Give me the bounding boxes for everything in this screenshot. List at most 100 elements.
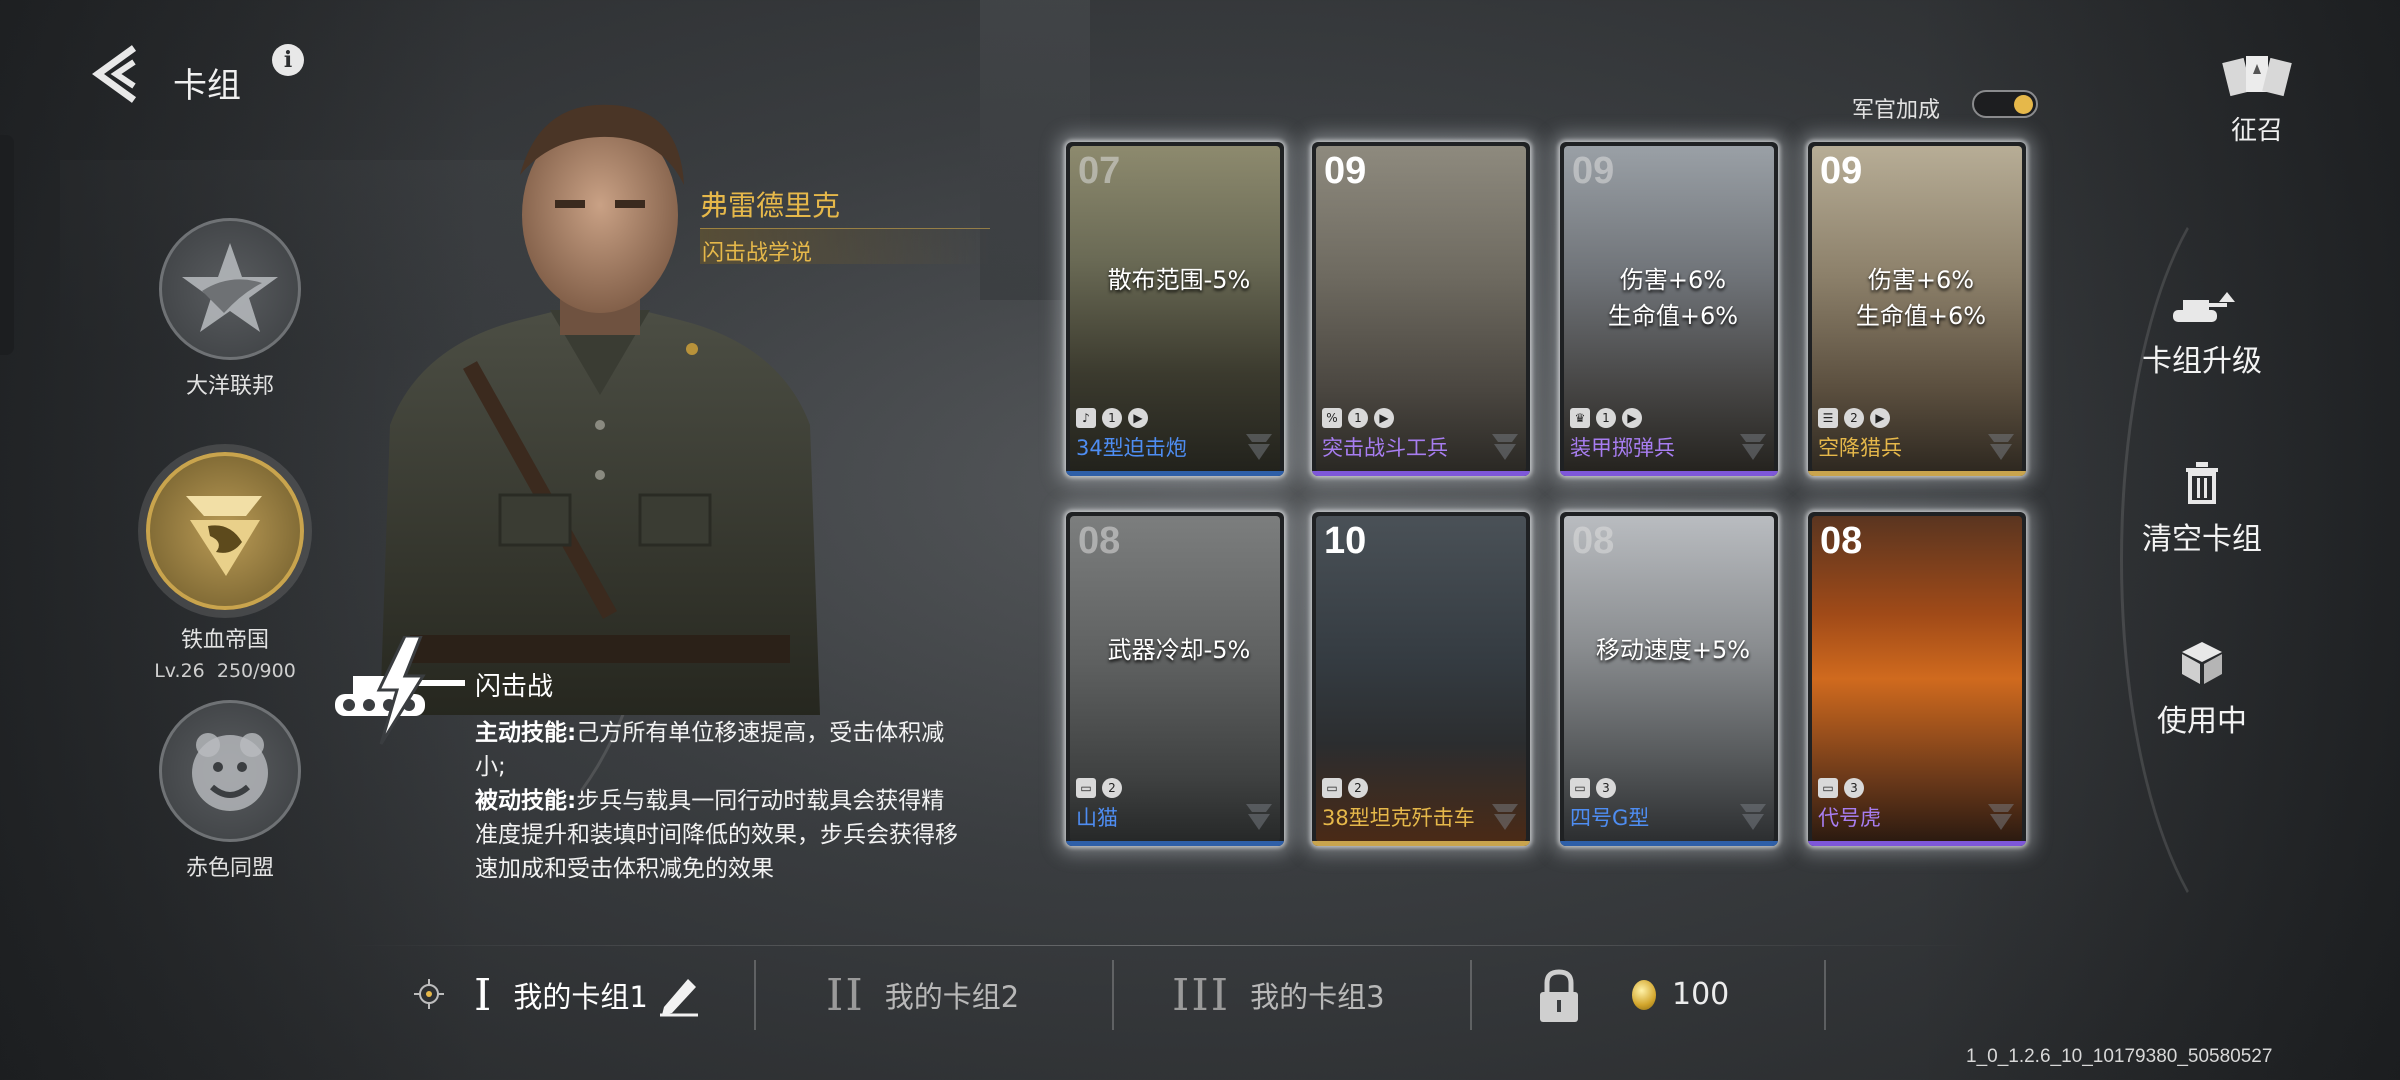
card-tags: ♪ 1 ▶: [1076, 408, 1148, 428]
card-bonus-line: 武器冷却-5%: [1107, 636, 1251, 664]
faction-level: Lv.26 250/900: [120, 660, 330, 682]
unit-type-icon: ♛: [1570, 408, 1590, 428]
in-use-button[interactable]: 使用中: [2112, 640, 2292, 740]
unit-type-icon: ☰: [1818, 408, 1838, 428]
bear-icon: [159, 700, 301, 842]
unit-type-icon: ▭: [1322, 778, 1342, 798]
chevron-left-icon: [92, 45, 137, 103]
unit-card[interactable]: 09 % 1 ▶ 突击战斗工兵: [1312, 142, 1530, 476]
faction-name: 铁血帝国: [180, 628, 269, 653]
unit-card[interactable]: 07 散布范围-5% ♪ 1 ▶ 34型迫击炮: [1066, 142, 1284, 476]
skill-name: 闪击战: [475, 672, 554, 702]
unit-type-icon: ▭: [1570, 778, 1590, 798]
card-name: 空降猎兵: [1818, 436, 1902, 460]
deck-tab-3[interactable]: III 我的卡组3: [1172, 963, 1385, 1027]
card-tags: % 1 ▶: [1322, 408, 1394, 428]
faction-mark-icon: [1984, 798, 2018, 832]
blitz-tank-icon: [335, 634, 475, 746]
flag-icon: ▶: [1374, 408, 1394, 428]
deck-upgrade-button[interactable]: 卡组升级: [2112, 290, 2292, 380]
clear-deck-button[interactable]: 清空卡组: [2112, 462, 2292, 558]
level-text: Lv.26: [154, 660, 205, 682]
tab-divider: [1470, 960, 1472, 1030]
unit-card[interactable]: 08 移动速度+5% ▭ 3 四号G型: [1560, 512, 1778, 846]
card-bonus-line: 伤害+6%: [1619, 266, 1727, 294]
card-rarity-bar: [1312, 471, 1530, 476]
passive-skill-label: 被动技能:: [475, 788, 577, 814]
faction-mark-icon: [1984, 428, 2018, 462]
active-skill-label: 主动技能:: [475, 720, 577, 746]
card-rarity-bar: [1066, 471, 1284, 476]
card-name: 突击战斗工兵: [1322, 436, 1448, 460]
back-button[interactable]: [88, 42, 148, 106]
faction-iron-empire[interactable]: 铁血帝国 Lv.26 250/900: [120, 452, 330, 682]
card-bonus-line: 生命值+6%: [1855, 302, 1987, 330]
unlock-cost: 100: [1672, 977, 1730, 1012]
star-eagle-icon: [159, 218, 301, 360]
deck-label: 我的卡组3: [1250, 980, 1385, 1014]
side-handle[interactable]: [0, 135, 14, 355]
recruit-button[interactable]: 征召: [2222, 52, 2292, 147]
card-cost: 08: [1820, 520, 1863, 562]
faction-mark-icon: [1488, 428, 1522, 462]
flag-icon: ▶: [1622, 408, 1642, 428]
faction-ocean-federation[interactable]: 大洋联邦: [150, 218, 310, 400]
faction-mark-icon: [1242, 798, 1276, 832]
faction-mark-icon: [1736, 798, 1770, 832]
rename-pen-icon[interactable]: [658, 973, 700, 1017]
bottom-bar-line: [340, 945, 1980, 946]
flag-icon: ▶: [1870, 408, 1890, 428]
unit-count: 3: [1596, 778, 1616, 798]
faction-name: 大洋联邦: [185, 374, 274, 399]
card-rarity-bar: [1312, 841, 1530, 846]
lock-icon[interactable]: [1536, 968, 1582, 1024]
deck-roman: III: [1172, 969, 1231, 1021]
unit-type-icon: ♪: [1076, 408, 1096, 428]
faction-mark-icon: [1736, 428, 1770, 462]
unit-count: 3: [1844, 778, 1864, 798]
card-bonus: 伤害+6% 生命值+6%: [1560, 262, 1778, 334]
officer-bonus-toggle[interactable]: [1972, 90, 2038, 118]
unit-card[interactable]: 08 ▭ 3 代号虎: [1808, 512, 2026, 846]
unit-count: 2: [1102, 778, 1122, 798]
card-bonus-line: 伤害+6%: [1867, 266, 1975, 294]
card-bonus: 移动速度+5%: [1560, 632, 1778, 668]
unit-type-icon: %: [1322, 408, 1342, 428]
deck-tab-1[interactable]: I 我的卡组1: [474, 963, 700, 1027]
card-name: 代号虎: [1818, 806, 1881, 830]
unit-card[interactable]: 09 伤害+6% 生命值+6% ♛ 1 ▶ 装甲掷弹兵: [1560, 142, 1778, 476]
page-title: 卡组: [173, 66, 241, 106]
crosshair-icon: [414, 979, 444, 1009]
faction-red-alliance[interactable]: 赤色同盟: [150, 700, 310, 882]
faction-name: 赤色同盟: [185, 856, 274, 881]
card-cost: 09: [1324, 150, 1367, 192]
card-tags: ▭ 2: [1076, 778, 1122, 798]
card-name: 34型迫击炮: [1076, 436, 1187, 460]
card-cost: 10: [1324, 520, 1367, 562]
deck-roman: II: [826, 969, 865, 1021]
unit-type-icon: ▭: [1076, 778, 1096, 798]
card-bonus-line: 移动速度+5%: [1595, 636, 1751, 664]
version-string: 1_0_1.2.6_10_10179380_50580527: [1966, 1046, 2273, 1067]
card-rarity-bar: [1808, 841, 2026, 846]
card-tags: ☰ 2 ▶: [1818, 408, 1890, 428]
skill-description: 主动技能:己方所有单位移速提高，受击体积减小; 被动技能:步兵与载具一同行动时载…: [475, 716, 965, 886]
card-rarity-bar: [1066, 841, 1284, 846]
unit-count: 1: [1596, 408, 1616, 428]
unit-card[interactable]: 10 ▭ 2 38型坦克歼击车: [1312, 512, 1530, 846]
officer-bonus-label: 军官加成: [1852, 98, 1941, 123]
unit-count: 1: [1102, 408, 1122, 428]
unit-card[interactable]: 08 武器冷却-5% ▭ 2 山猫: [1066, 512, 1284, 846]
card-tags: ▭ 3: [1570, 778, 1616, 798]
toggle-knob: [2014, 95, 2033, 114]
deck-tab-2[interactable]: II 我的卡组2: [826, 963, 1019, 1027]
deck-label: 我的卡组1: [513, 980, 648, 1014]
deck-label: 我的卡组2: [884, 980, 1020, 1014]
card-name: 38型坦克歼击车: [1322, 806, 1475, 830]
card-rarity-bar: [1560, 841, 1778, 846]
card-name: 山猫: [1076, 806, 1118, 830]
cube-icon: [2182, 642, 2222, 684]
unit-card[interactable]: 09 伤害+6% 生命值+6% ☰ 2 ▶ 空降猎兵: [1808, 142, 2026, 476]
info-icon[interactable]: i: [272, 44, 304, 76]
tank-upgrade-icon: [2173, 292, 2235, 322]
